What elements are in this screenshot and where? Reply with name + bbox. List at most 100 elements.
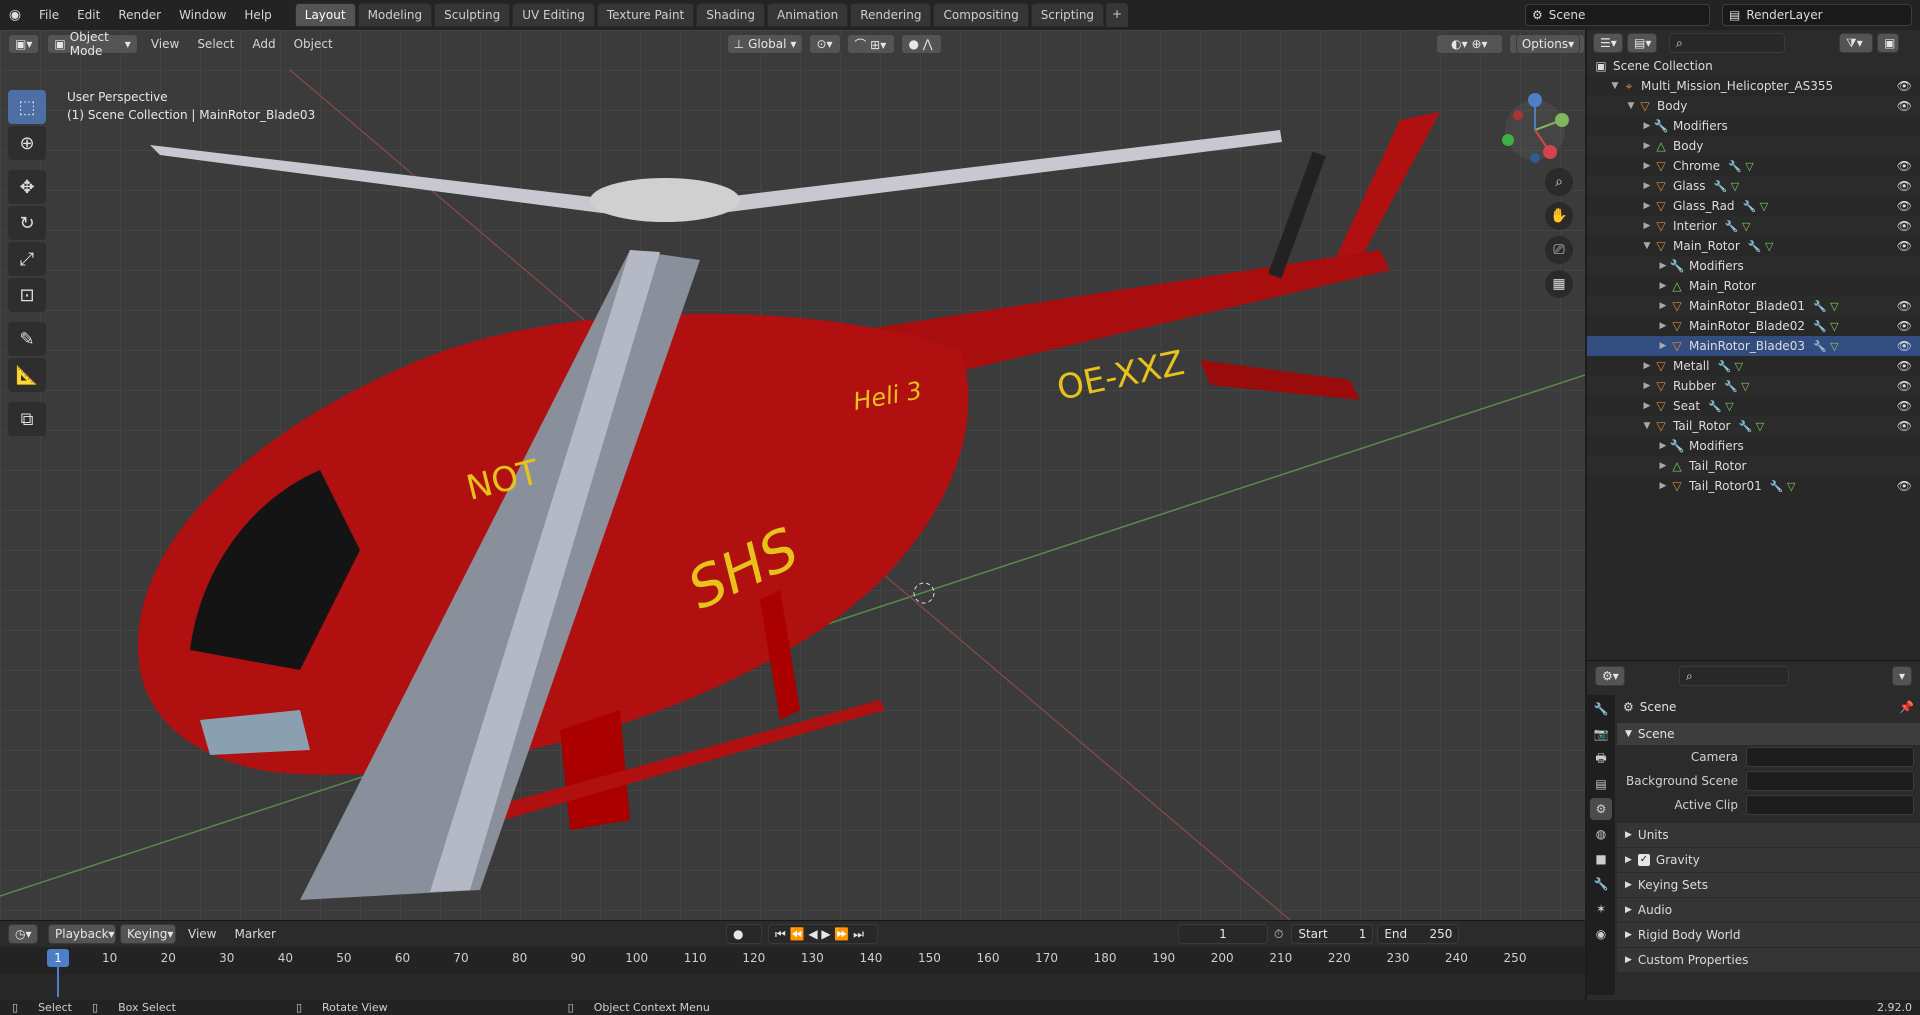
zoom-icon[interactable]: ⌕ [1545,168,1573,196]
outliner-row[interactable]: ▶ ▽ Tail_Rotor01 🔧 ▽ 👁 [1587,476,1920,496]
outliner-row[interactable]: ▶ ▽ Interior 🔧 ▽ 👁 [1587,216,1920,236]
tab-shading[interactable]: Shading [696,3,765,27]
playback-dropdown[interactable]: Playback ▾ [48,924,116,944]
disclosure-triangle-icon[interactable]: ▶ [1657,461,1669,471]
panel-keying-sets[interactable]: ▶ Keying Sets [1617,873,1920,897]
disclosure-triangle-icon[interactable]: ▼ [1641,241,1653,251]
disclosure-triangle-icon[interactable]: ▶ [1657,301,1669,311]
pan-hand-icon[interactable]: ✋ [1545,202,1573,230]
render-layer-selector[interactable]: ▤ RenderLayer [1722,4,1912,26]
pivot-point-button[interactable]: ⊙▾ [809,34,842,54]
outliner-row[interactable]: ▶ ▽ Glass 🔧 ▽ 👁 [1587,176,1920,196]
modifier-mesh-icon[interactable]: 🔧 ▽ [1813,340,1839,353]
add-cube-tool-icon[interactable]: ⧉ [8,402,46,436]
disclosure-triangle-icon[interactable]: ▼ [1609,81,1621,91]
properties-search-input[interactable]: ⌕ [1679,666,1789,686]
playback-controls[interactable]: ⏮ ⏪ ◀ ▶ ⏩ ⏭ [767,924,878,944]
eye-icon[interactable]: 👁 [1897,219,1912,233]
output-tab-icon[interactable]: 🖶 [1590,748,1612,770]
disclosure-triangle-icon[interactable]: ▶ [1641,201,1653,211]
record-keyframe-button[interactable]: ● [725,924,762,944]
outliner-row[interactable]: ▶ ▽ MainRotor_Blade01 🔧 ▽ 👁 [1587,296,1920,316]
annotate-tool-icon[interactable]: ✎ [8,322,46,356]
disclosure-triangle-icon[interactable]: ▶ [1641,141,1653,151]
stopwatch-icon[interactable]: ⏱ [1274,927,1283,942]
cursor-tool-icon[interactable]: ⊕ [8,126,46,160]
transform-tool-icon[interactable]: ⊡ [8,278,46,312]
disclosure-triangle-icon[interactable]: ▶ [1641,181,1653,191]
outliner-row[interactable]: ▶ 🔧 Modifiers [1587,256,1920,276]
eye-icon[interactable]: 👁 [1897,339,1912,353]
menu-render[interactable]: Render [109,0,170,30]
active-clip-field[interactable] [1746,795,1914,815]
disclosure-triangle-icon[interactable]: ▶ [1641,361,1653,371]
new-collection-icon[interactable]: ▣ [1877,33,1899,53]
viewport-menu-add[interactable]: Add [243,37,284,51]
tab-sculpting[interactable]: Sculpting [434,3,511,27]
scene-selector[interactable]: ⚙ Scene [1525,4,1710,26]
panel-scene[interactable]: ▼ Scene [1617,723,1920,745]
start-frame-field[interactable]: Start 1 [1291,924,1374,944]
modifier-mesh-icon[interactable]: 🔧 ▽ [1724,380,1750,393]
disclosure-triangle-icon[interactable]: ▶ [1641,121,1653,131]
scene-tab-icon[interactable]: ⚙ [1590,798,1612,820]
outliner-row[interactable]: ▼ ▽ Tail_Rotor 🔧 ▽ 👁 [1587,416,1920,436]
outliner-row[interactable]: ▶ 🔧 Modifiers [1587,116,1920,136]
timeline-menu-marker[interactable]: Marker [234,927,275,941]
panel-audio[interactable]: ▶ Audio [1617,898,1920,922]
eye-icon[interactable]: 👁 [1897,399,1912,413]
properties-editor[interactable]: ⚙▾ ⌕ ▾ 🔧 📷 🖶 ▤ ⚙ ◍ ■ 🔧 ✶ ◉ ⚙ Scene 📌 ▼ S… [1587,660,1920,1000]
disclosure-triangle-icon[interactable]: ▼ [1625,101,1637,111]
outliner-row[interactable]: ▶ ▽ Seat 🔧 ▽ 👁 [1587,396,1920,416]
playhead-frame[interactable]: 1 [47,949,69,967]
particles-tab-icon[interactable]: ✶ [1590,898,1612,920]
outliner-row[interactable]: ▼ ⌖ Multi_Mission_Helicopter_AS355 👁 [1587,76,1920,96]
outliner-row[interactable]: ▼ ▽ Body 👁 [1587,96,1920,116]
outliner-row[interactable]: ▶ △ Main_Rotor [1587,276,1920,296]
tab-scripting[interactable]: Scripting [1030,3,1105,27]
background-scene-field[interactable] [1746,771,1914,791]
view-layer-tab-icon[interactable]: ▤ [1590,773,1612,795]
disclosure-triangle-icon[interactable]: ▶ [1641,221,1653,231]
panel-units[interactable]: ▶ Units [1617,823,1920,847]
eye-icon[interactable]: 👁 [1897,79,1912,93]
outliner-editor-type-button[interactable]: ☰▾ [1593,33,1623,53]
options-button[interactable]: Options ▾ [1516,34,1580,54]
outliner-row[interactable]: ▶ ▽ Rubber 🔧 ▽ 👁 [1587,376,1920,396]
modifier-mesh-icon[interactable]: 🔧 ▽ [1813,300,1839,313]
viewport-menu-view[interactable]: View [142,37,188,51]
viewport-overlays-button[interactable]: ◐▾ ⊕▾ [1435,34,1504,54]
tab-modeling[interactable]: Modeling [357,3,433,27]
outliner-row[interactable]: ▶ ▽ Metall 🔧 ▽ 👁 [1587,356,1920,376]
eye-icon[interactable]: 👁 [1897,239,1912,253]
outliner-scene-collection[interactable]: ▣ Scene Collection [1587,56,1920,76]
tab-animation[interactable]: Animation [767,3,849,27]
outliner-row[interactable]: ▶ ▽ Chrome 🔧 ▽ 👁 [1587,156,1920,176]
tab-texture-paint[interactable]: Texture Paint [596,3,695,27]
rotate-tool-icon[interactable]: ↻ [8,206,46,240]
panel-rigid-body-world[interactable]: ▶ Rigid Body World [1617,923,1920,947]
camera-field[interactable] [1746,747,1914,767]
outliner-editor[interactable]: ☰▾ ▤▾ ⌕ ⧩▾ ▣ ▣ Scene Collection ▼ ⌖ Multi_… [1587,30,1920,660]
menu-help[interactable]: Help [235,0,280,30]
disclosure-triangle-icon[interactable]: ▶ [1657,321,1669,331]
disclosure-triangle-icon[interactable]: ▶ [1657,341,1669,351]
disclosure-triangle-icon[interactable]: ▶ [1641,401,1653,411]
outliner-row[interactable]: ▶ △ Tail_Rotor [1587,456,1920,476]
mode-dropdown[interactable]: ▣ Object Mode ▾ [47,30,138,58]
tool-tab-icon[interactable]: 🔧 [1590,698,1612,720]
disclosure-triangle-icon[interactable]: ▼ [1641,421,1653,431]
pin-icon[interactable]: 📌 [1899,700,1914,714]
eye-icon[interactable]: 👁 [1897,359,1912,373]
modifier-mesh-icon[interactable]: 🔧 ▽ [1743,200,1769,213]
menu-file[interactable]: File [30,0,68,30]
camera-view-icon[interactable]: ⎚ [1545,236,1573,264]
panel-gravity[interactable]: ▶ ✓ Gravity [1617,848,1920,872]
current-frame-field[interactable]: 1 [1177,924,1268,944]
outliner-row[interactable]: ▶ ▽ MainRotor_Blade02 🔧 ▽ 👁 [1587,316,1920,336]
modifier-mesh-icon[interactable]: 🔧 ▽ [1728,160,1754,173]
outliner-row[interactable]: ▶ △ Body [1587,136,1920,156]
3d-viewport[interactable]: OE-XXZ Heli 3 SHS NOT ▣▾ ▣ Object Mode ▾… [0,30,1585,920]
add-workspace-button[interactable]: + [1106,3,1129,27]
physics-tab-icon[interactable]: ◉ [1590,923,1612,945]
